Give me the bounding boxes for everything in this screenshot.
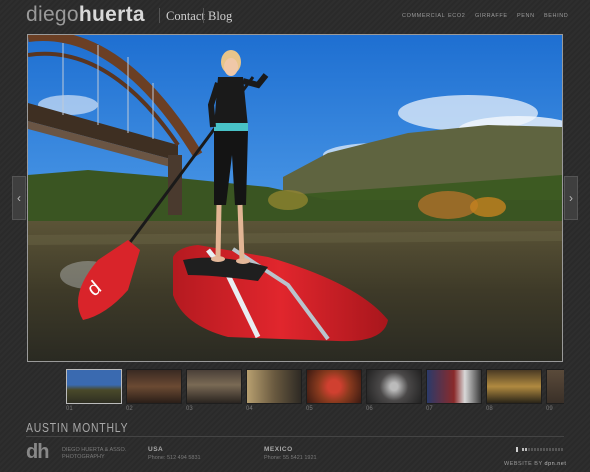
- site-logo[interactable]: diegohuerta: [26, 3, 145, 27]
- footer-mexico-title: MEXICO: [264, 446, 293, 453]
- progress-ticks: [522, 448, 563, 451]
- subnav-commercial-link[interactable]: COMMERCIAL: [402, 13, 445, 19]
- thumbnail-number: 06: [366, 406, 373, 412]
- thumbnail-strip: 01 02 03 04 05 06 07 08 09: [64, 369, 564, 415]
- thumbnail-08[interactable]: [486, 369, 542, 404]
- footer-divider: [26, 436, 564, 437]
- website-credit[interactable]: WEBSITE BY dpn.net: [504, 461, 566, 467]
- subnav-behind-link[interactable]: BEHIND: [544, 13, 568, 19]
- prev-arrow-button[interactable]: ‹: [12, 176, 26, 220]
- thumbnail-09[interactable]: [546, 369, 564, 404]
- thumbnail-04[interactable]: [246, 369, 302, 404]
- chevron-left-icon: ‹: [17, 191, 21, 205]
- progress-tick: [543, 448, 545, 451]
- subnav-girraffe-link[interactable]: GIRRAFFE: [475, 13, 508, 19]
- progress-tick: [537, 448, 539, 451]
- subnav-eco2-link[interactable]: ECO2: [448, 13, 465, 19]
- progress-tick: [528, 448, 530, 451]
- footer-usa-title: USA: [148, 446, 164, 453]
- progress-tick: [546, 448, 548, 451]
- thumbnail-02[interactable]: [126, 369, 182, 404]
- loading-progress-bar: [516, 447, 563, 452]
- thumbnail-01[interactable]: [66, 369, 122, 404]
- footer-company: DIEGO HUERTA & ASSO. PHOTOGRAPHY: [62, 447, 127, 460]
- nav-divider: [159, 8, 160, 23]
- thumbnail-06[interactable]: [366, 369, 422, 404]
- main-photo-frame: d: [27, 34, 563, 362]
- thumbnail-03[interactable]: [186, 369, 242, 404]
- thumbnail-number: 07: [426, 406, 433, 412]
- thumbnail-number: 04: [246, 406, 253, 412]
- footer-logo[interactable]: dh: [26, 441, 49, 464]
- progress-tick: [531, 448, 533, 451]
- thumbnail-number: 09: [546, 406, 553, 412]
- footer-usa-phone: Phone: 512 494 5831: [148, 455, 201, 461]
- progress-tick: [561, 448, 563, 451]
- progress-tick: [534, 448, 536, 451]
- thumbnail-number: 05: [306, 406, 313, 412]
- progress-tick: [549, 448, 551, 451]
- progress-tick: [552, 448, 554, 451]
- thumbnail-number: 03: [186, 406, 193, 412]
- thumbnail-number: 02: [126, 406, 133, 412]
- nav-blog-link[interactable]: Blog: [208, 9, 232, 24]
- next-arrow-button[interactable]: ›: [564, 176, 578, 220]
- site-header: diegohuerta Contact Blog COMMERCIAL ECO2…: [0, 0, 590, 32]
- chevron-right-icon: ›: [569, 191, 573, 205]
- progress-tick: [558, 448, 560, 451]
- nav-contact-link[interactable]: Contact: [166, 9, 205, 24]
- progress-tick: [525, 448, 527, 451]
- nav-divider: [203, 8, 204, 23]
- thumbnail-number: 01: [66, 406, 73, 412]
- subnav-penn-link[interactable]: PENN: [517, 13, 535, 19]
- footer-mexico-phone: Phone: 55 5421 1921: [264, 455, 317, 461]
- gallery-title: AUSTIN MONTHLY: [26, 420, 129, 435]
- thumbnail-number: 08: [486, 406, 493, 412]
- progress-tick: [540, 448, 542, 451]
- thumbnail-05[interactable]: [306, 369, 362, 404]
- thumbnail-07[interactable]: [426, 369, 482, 404]
- progress-tick: [522, 448, 524, 451]
- main-photo[interactable]: d: [28, 35, 562, 361]
- progress-tick: [555, 448, 557, 451]
